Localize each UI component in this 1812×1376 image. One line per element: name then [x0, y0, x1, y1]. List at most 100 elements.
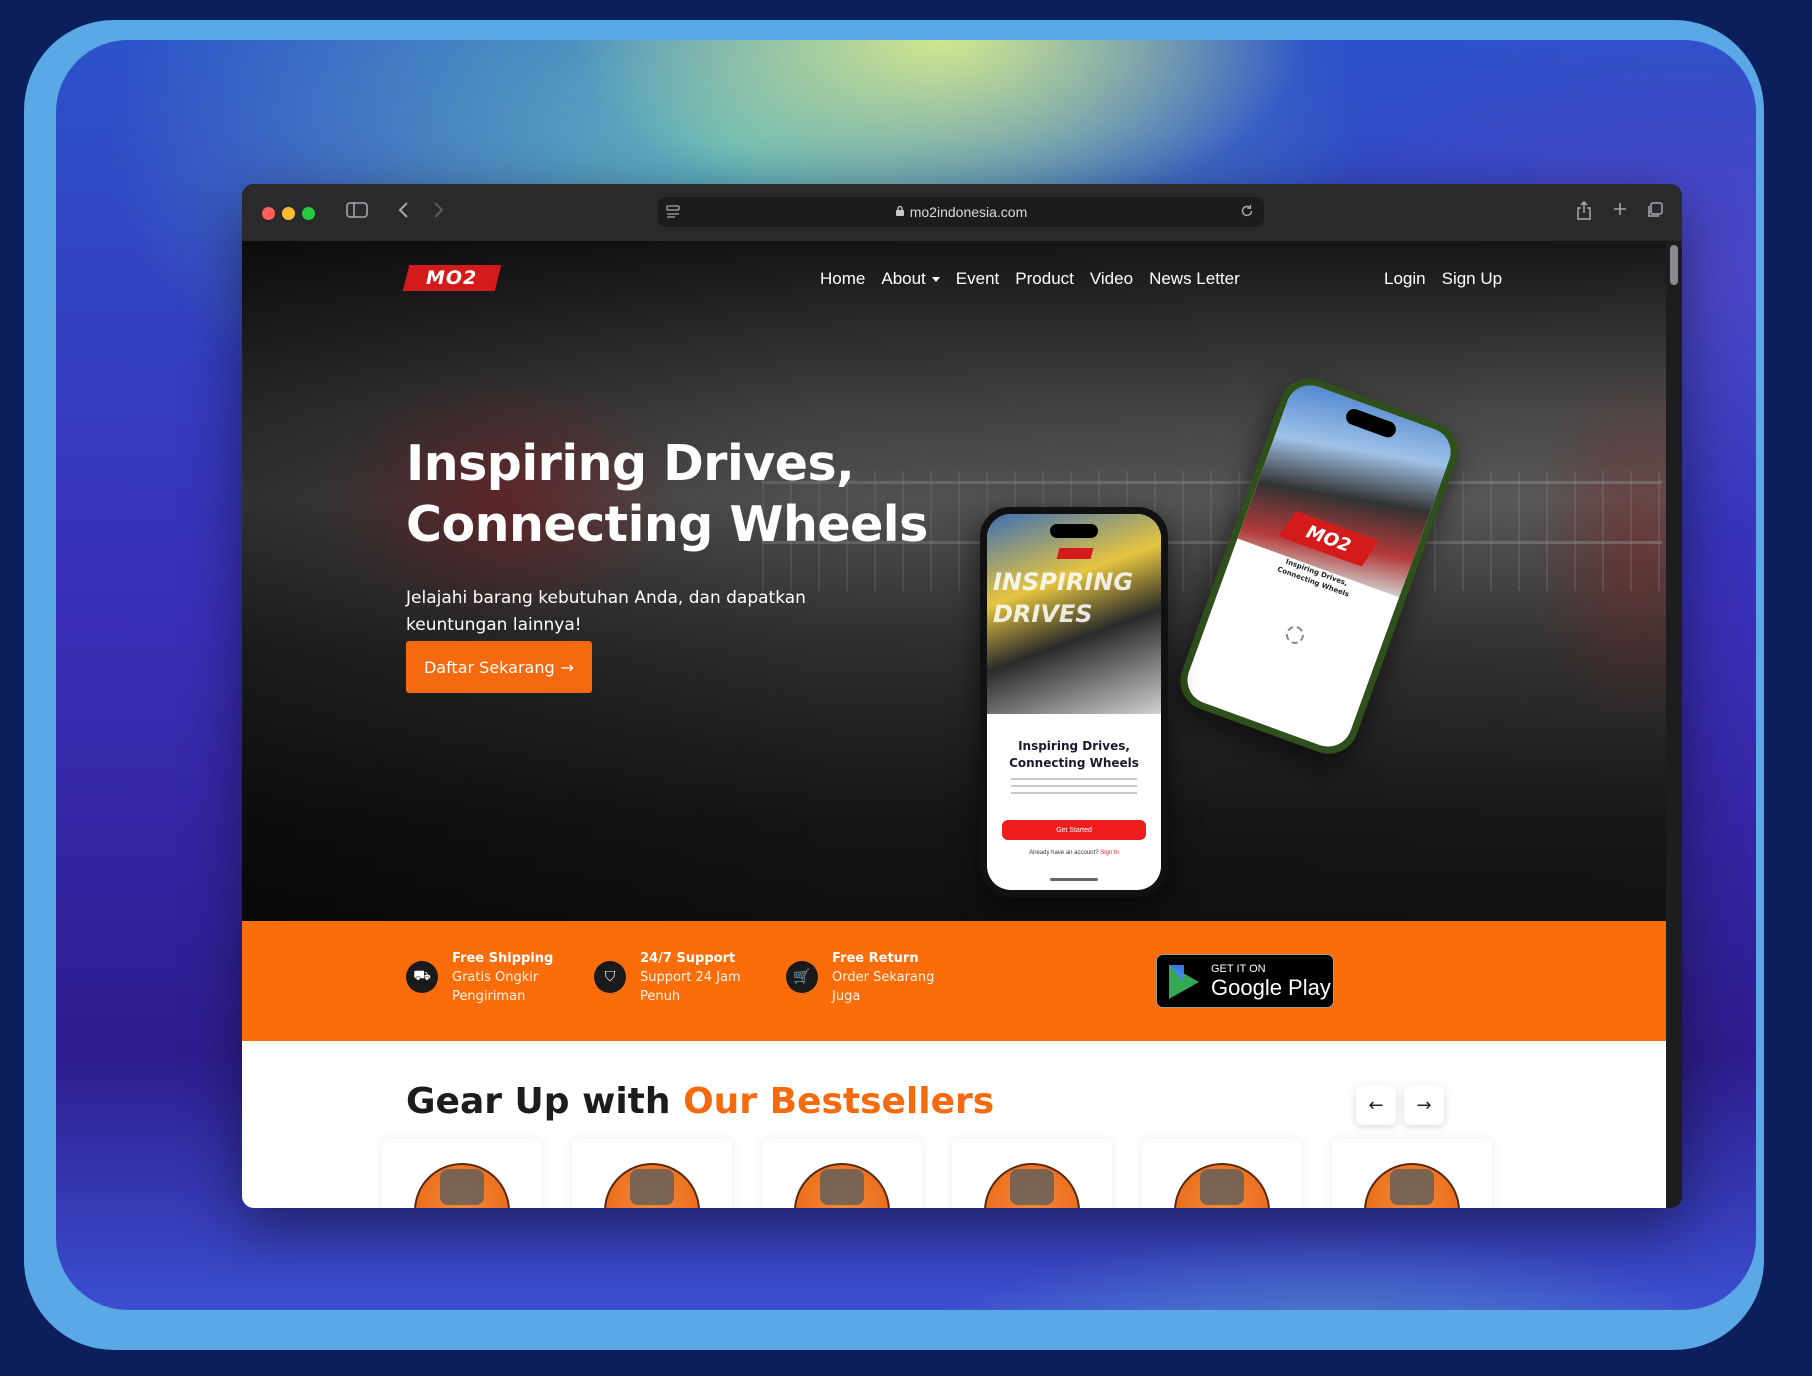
login-link[interactable]: Login [1384, 269, 1426, 289]
scrollbar-thumb[interactable] [1670, 245, 1678, 285]
google-play-big-text: Google Play [1211, 975, 1331, 1000]
app-signin-text: Already have an account? [1029, 850, 1099, 856]
feature-text: 24/7 Support Support 24 Jam Penuh [640, 949, 741, 1006]
site-logo[interactable]: MO2 [402, 265, 502, 291]
back-icon[interactable] [398, 201, 410, 225]
zoom-window-button[interactable] [302, 207, 315, 220]
sidebar-toggle-icon[interactable] [346, 201, 368, 225]
google-play-small-text: GET IT ON [1211, 963, 1266, 975]
page-scrollbar[interactable] [1666, 241, 1682, 1208]
nav-about[interactable]: About [881, 269, 940, 289]
phone-screen: INSPIRING DRIVES Inspiring Drives, Conne… [987, 514, 1161, 890]
app-logo [1056, 548, 1094, 559]
feature-free-return: 🛒 Free Return Order Sekarang Juga [786, 949, 934, 1006]
feature-text: Free Return Order Sekarang Juga [832, 949, 934, 1006]
register-now-label: Daftar Sekarang [423, 657, 555, 677]
feature-title: Free Return [832, 951, 919, 966]
product-card[interactable] [762, 1139, 922, 1208]
feature-title: Free Shipping [452, 951, 554, 966]
app-title: Inspiring Drives, Connecting Wheels [987, 738, 1161, 772]
get-started-button: Get Started [1002, 820, 1146, 840]
arrow-left-icon: ← [1368, 1094, 1384, 1116]
new-tab-icon[interactable] [1612, 201, 1628, 223]
app-title-line1: Inspiring Drives, [1018, 739, 1130, 753]
product-photo [820, 1169, 864, 1205]
nav-video[interactable]: Video [1090, 269, 1133, 289]
carousel-prev-button[interactable]: ← [1356, 1085, 1396, 1125]
feature-free-shipping: ⛟ Free Shipping Gratis Ongkir Pengiriman [406, 949, 553, 1006]
cart-icon: 🛒 [786, 961, 818, 993]
web-page: MO2 Home About Event Product Video News … [242, 241, 1666, 1208]
minimize-window-button[interactable] [282, 207, 295, 220]
product-card[interactable] [1332, 1139, 1492, 1208]
site-logo-text: MO2 [426, 267, 478, 289]
signup-link[interactable]: Sign Up [1442, 269, 1502, 289]
nav-product[interactable]: Product [1015, 269, 1074, 289]
product-card[interactable] [382, 1139, 542, 1208]
desktop-wallpaper: mo2indonesia.com MO2 Home About Event Pr… [56, 40, 1756, 1310]
product-card[interactable] [952, 1139, 1112, 1208]
feature-support: ⛉ 24/7 Support Support 24 Jam Penuh [594, 949, 741, 1006]
share-icon[interactable] [1576, 200, 1592, 227]
home-indicator [1050, 878, 1098, 881]
device-frame: mo2indonesia.com MO2 Home About Event Pr… [24, 20, 1764, 1350]
address-bar[interactable]: mo2indonesia.com [658, 197, 1264, 227]
product-photo [1200, 1169, 1244, 1205]
product-card[interactable] [572, 1139, 732, 1208]
product-photo [440, 1169, 484, 1205]
arrow-right-icon: → [560, 657, 575, 677]
app-title-line2: Connecting Wheels [1009, 756, 1139, 770]
nav-about-label: About [881, 269, 926, 288]
auth-nav: Login Sign Up [1384, 269, 1502, 289]
google-play-icon-accent [1169, 965, 1184, 999]
chevron-down-icon [931, 277, 940, 283]
product-photo [630, 1169, 674, 1205]
feature-line2: Pengiriman [452, 989, 526, 1004]
app-description [1011, 778, 1137, 794]
features-bar: ⛟ Free Shipping Gratis Ongkir Pengiriman… [242, 921, 1666, 1041]
feature-line2: Penuh [640, 989, 681, 1004]
shield-icon: ⛉ [594, 961, 626, 993]
hero-title-line1: Inspiring Drives, [406, 435, 855, 492]
feature-line1: Order Sekarang [832, 970, 935, 985]
product-photo [1390, 1169, 1434, 1205]
app-signin-prompt: Already have an account? Sign In [987, 850, 1161, 856]
nav-event[interactable]: Event [956, 269, 999, 289]
feature-line1: Gratis Ongkir [452, 970, 539, 985]
phone-photo-text: INSPIRING DRIVES [993, 568, 1134, 628]
product-photo [1010, 1169, 1054, 1205]
hero-subtitle: Jelajahi barang kebutuhan Anda, dan dapa… [406, 588, 806, 635]
hero-title-line2: Connecting Wheels [406, 496, 928, 553]
arrow-right-icon: → [1416, 1094, 1432, 1116]
phone-notch [1050, 524, 1098, 538]
feature-line1: Support 24 Jam [640, 970, 741, 985]
browser-toolbar: mo2indonesia.com [242, 184, 1682, 242]
main-nav: Home About Event Product Video News Lett… [820, 269, 1240, 289]
tab-overview-icon[interactable] [1646, 201, 1664, 225]
page-settings-icon[interactable] [666, 204, 680, 223]
register-now-button[interactable]: Daftar Sekarang → [406, 641, 592, 693]
lock-icon [895, 204, 905, 220]
nav-newsletter[interactable]: News Letter [1149, 269, 1240, 289]
feature-line2: Juga [832, 989, 861, 1004]
hero-section: MO2 Home About Event Product Video News … [242, 241, 1666, 921]
reload-icon[interactable] [1240, 203, 1254, 222]
product-card[interactable] [1142, 1139, 1302, 1208]
close-window-button[interactable] [262, 207, 275, 220]
app-signin-link: Sign In [1100, 850, 1119, 856]
bestsellers-heading-prefix: Gear Up with [406, 1081, 671, 1122]
hero-overlay [242, 241, 1666, 921]
loading-spinner-icon [1283, 623, 1307, 647]
truck-icon: ⛟ [406, 961, 438, 993]
bestsellers-heading: Gear Up with Our Bestsellers [406, 1081, 994, 1122]
google-play-badge[interactable]: GET IT ON Google Play [1156, 954, 1334, 1008]
carousel-next-button[interactable]: → [1404, 1085, 1444, 1125]
nav-home[interactable]: Home [820, 269, 865, 289]
phone-mockup-front: INSPIRING DRIVES Inspiring Drives, Conne… [980, 507, 1168, 897]
bestsellers-heading-accent: Our Bestsellers [683, 1081, 995, 1122]
browser-window: mo2indonesia.com MO2 Home About Event Pr… [242, 184, 1682, 1208]
hero-title: Inspiring Drives, Connecting Wheels [406, 433, 966, 555]
feature-text: Free Shipping Gratis Ongkir Pengiriman [452, 949, 553, 1006]
feature-title: 24/7 Support [640, 951, 736, 966]
forward-icon[interactable] [432, 201, 444, 225]
